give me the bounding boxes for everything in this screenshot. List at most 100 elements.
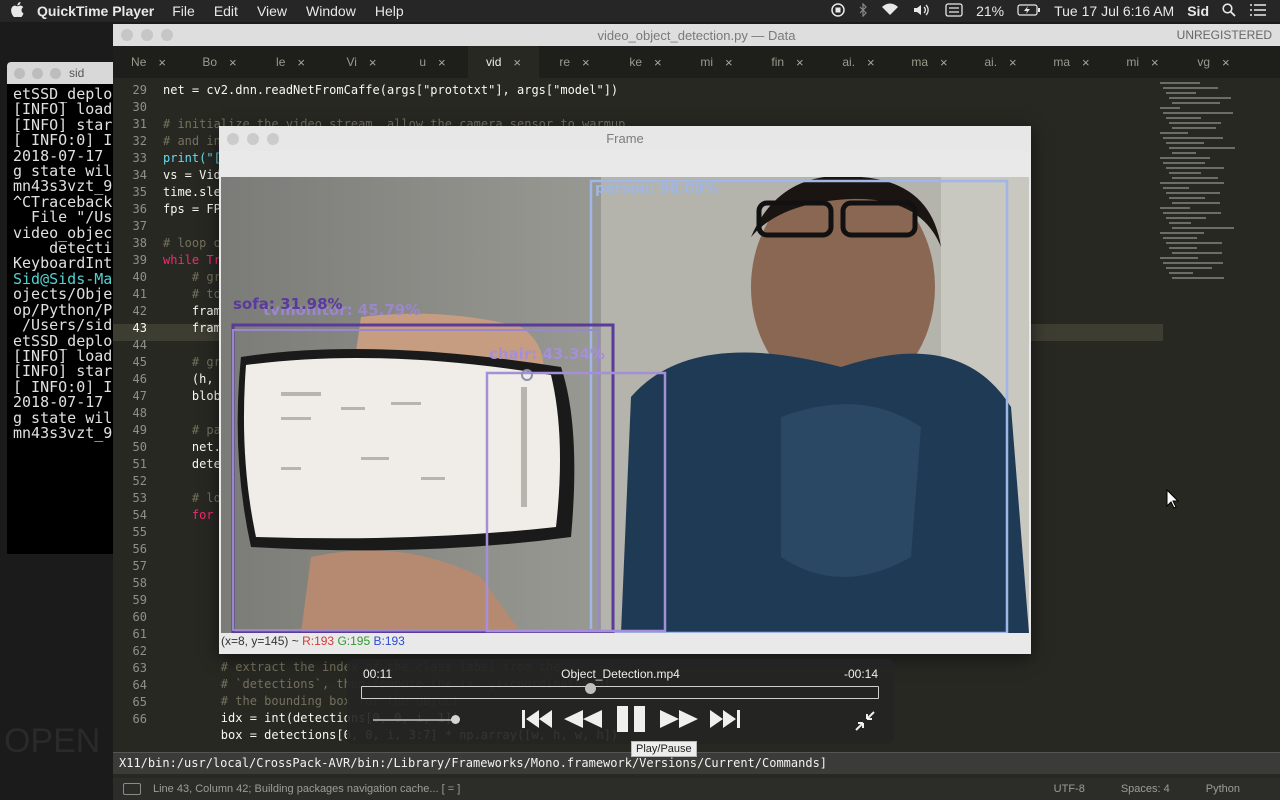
code-line-45[interactable]: # gr [163, 354, 221, 371]
tab-close-icon[interactable]: × [867, 55, 875, 70]
volume-slider[interactable] [373, 715, 460, 724]
pause-icon[interactable] [613, 706, 649, 737]
indent-indicator[interactable]: Spaces: 4 [1121, 783, 1170, 795]
notification-center-icon[interactable] [1249, 3, 1267, 20]
code-line-29[interactable]: net = cv2.dnn.readNetFromCaffe(args["pro… [163, 82, 618, 99]
code-line-33[interactable]: print("[ [163, 150, 221, 167]
app-menu[interactable]: QuickTime Player [37, 3, 154, 19]
scrub-handle[interactable] [584, 683, 596, 694]
tab-3[interactable]: Vi × [326, 46, 397, 78]
tab-0[interactable]: Ne × [113, 46, 184, 78]
code-line-39[interactable]: while Tr [163, 252, 221, 269]
code-line-32[interactable]: # and in [163, 133, 221, 150]
encoding-indicator[interactable]: UTF-8 [1054, 783, 1085, 795]
code-line-49[interactable]: # pa [163, 422, 221, 439]
code-line-35[interactable]: time.sle [163, 184, 221, 201]
tab-close-icon[interactable]: × [297, 55, 305, 70]
tab-5[interactable]: vid × [468, 46, 539, 78]
exit-fullscreen-icon[interactable] [854, 710, 876, 737]
tab-close-icon[interactable]: × [1151, 55, 1159, 70]
spotlight-icon[interactable] [1222, 2, 1236, 20]
quicktime-controls[interactable]: 00:11 Object_Detection.mp4 -00:14 [347, 659, 894, 744]
tab-9[interactable]: fin × [752, 46, 823, 78]
code-line-34[interactable]: vs = Vid [163, 167, 221, 184]
skip-back-icon[interactable] [521, 709, 553, 734]
tab-close-icon[interactable]: × [940, 55, 948, 70]
line-number: 48 [132, 406, 147, 420]
tab-12[interactable]: ai. × [965, 46, 1036, 78]
code-line-47[interactable]: blob [163, 388, 221, 405]
input-source-icon[interactable] [945, 2, 963, 20]
tab-label: ke [629, 55, 643, 69]
code-line-40[interactable]: # gr [163, 269, 221, 286]
bluetooth-icon[interactable] [858, 2, 868, 20]
menu-edit[interactable]: Edit [214, 3, 238, 19]
tab-8[interactable]: mi × [681, 46, 752, 78]
minimap[interactable] [1160, 82, 1255, 312]
terminal-window[interactable]: sid etSSD_deplo [INFO] load [INFO] star … [7, 62, 119, 554]
tab-close-icon[interactable]: × [582, 55, 590, 70]
fast-forward-icon[interactable] [659, 709, 699, 734]
battery-percent[interactable]: 21% [976, 3, 1004, 19]
code-line-42[interactable]: fram [163, 303, 221, 320]
code-line-46[interactable]: (h, [163, 371, 221, 388]
terminal-titlebar[interactable]: sid [7, 62, 119, 84]
tab-close-icon[interactable]: × [513, 55, 521, 70]
tab-close-icon[interactable]: × [369, 55, 377, 70]
menu-view[interactable]: View [257, 3, 287, 19]
tab-2[interactable]: le × [255, 46, 326, 78]
code-line-38[interactable]: # loop o [163, 235, 221, 252]
user-menu[interactable]: Sid [1187, 3, 1209, 19]
tab-1[interactable]: Bo × [184, 46, 255, 78]
menu-file[interactable]: File [172, 3, 195, 19]
record-icon[interactable] [831, 2, 845, 20]
terminal-zoom-button[interactable] [50, 67, 61, 79]
tab-close-icon[interactable]: × [438, 55, 446, 70]
volume-icon[interactable] [912, 3, 932, 20]
code-line-54[interactable]: for [163, 507, 221, 524]
volume-handle[interactable] [450, 715, 460, 724]
tab-14[interactable]: mi × [1107, 46, 1178, 78]
video-frame[interactable]: person: 98.09% tvmonitor: 45.79% sofa: 3… [221, 177, 1029, 633]
tab-close-icon[interactable]: × [1222, 55, 1230, 70]
tab-6[interactable]: re × [539, 46, 610, 78]
tab-13[interactable]: ma × [1036, 46, 1107, 78]
skip-forward-icon[interactable] [709, 709, 741, 734]
tab-15[interactable]: vg × [1178, 46, 1249, 78]
tab-close-icon[interactable]: × [796, 55, 804, 70]
tab-close-icon[interactable]: × [1009, 55, 1017, 70]
code-line-43[interactable]: fram [163, 320, 221, 337]
code-line-50[interactable]: net. [163, 439, 221, 456]
terminal-output[interactable]: etSSD_deplo [INFO] load [INFO] star [ IN… [7, 84, 119, 441]
terminal-close-button[interactable] [14, 67, 25, 79]
wifi-icon[interactable] [881, 3, 899, 19]
menu-help[interactable]: Help [375, 3, 404, 19]
minimap-line [1172, 277, 1224, 279]
tab-close-icon[interactable]: × [1082, 55, 1090, 70]
tab-4[interactable]: u × [397, 46, 468, 78]
terminal-minimize-button[interactable] [32, 67, 43, 79]
code-line-53[interactable]: # lo [163, 490, 221, 507]
minimap-line [1166, 92, 1196, 94]
tab-close-icon[interactable]: × [158, 55, 166, 70]
code-line-51[interactable]: dete [163, 456, 221, 473]
scrub-bar[interactable] [361, 683, 879, 699]
clock[interactable]: Tue 17 Jul 6:16 AM [1054, 3, 1174, 19]
battery-icon[interactable] [1017, 3, 1041, 19]
tab-close-icon[interactable]: × [229, 55, 237, 70]
tab-close-icon[interactable]: × [654, 55, 662, 70]
rewind-icon[interactable] [563, 709, 603, 734]
tab-7[interactable]: ke × [610, 46, 681, 78]
syntax-indicator[interactable]: Python [1206, 783, 1240, 795]
code-line-36[interactable]: fps = FP [163, 201, 221, 218]
apple-icon[interactable] [11, 1, 27, 21]
frame-titlebar[interactable]: Frame [219, 126, 1031, 151]
tab-11[interactable]: ma × [894, 46, 965, 78]
frame-window[interactable]: Frame person: 98.09% tvmonitor: 45.79% s… [219, 126, 1031, 654]
menu-window[interactable]: Window [306, 3, 356, 19]
tab-10[interactable]: ai. × [823, 46, 894, 78]
code-line-41[interactable]: # to [163, 286, 221, 303]
panel-toggle-icon[interactable] [123, 783, 141, 795]
tab-close-icon[interactable]: × [725, 55, 733, 70]
sublime-titlebar[interactable]: video_object_detection.py — Data UNREGIS… [113, 24, 1280, 46]
